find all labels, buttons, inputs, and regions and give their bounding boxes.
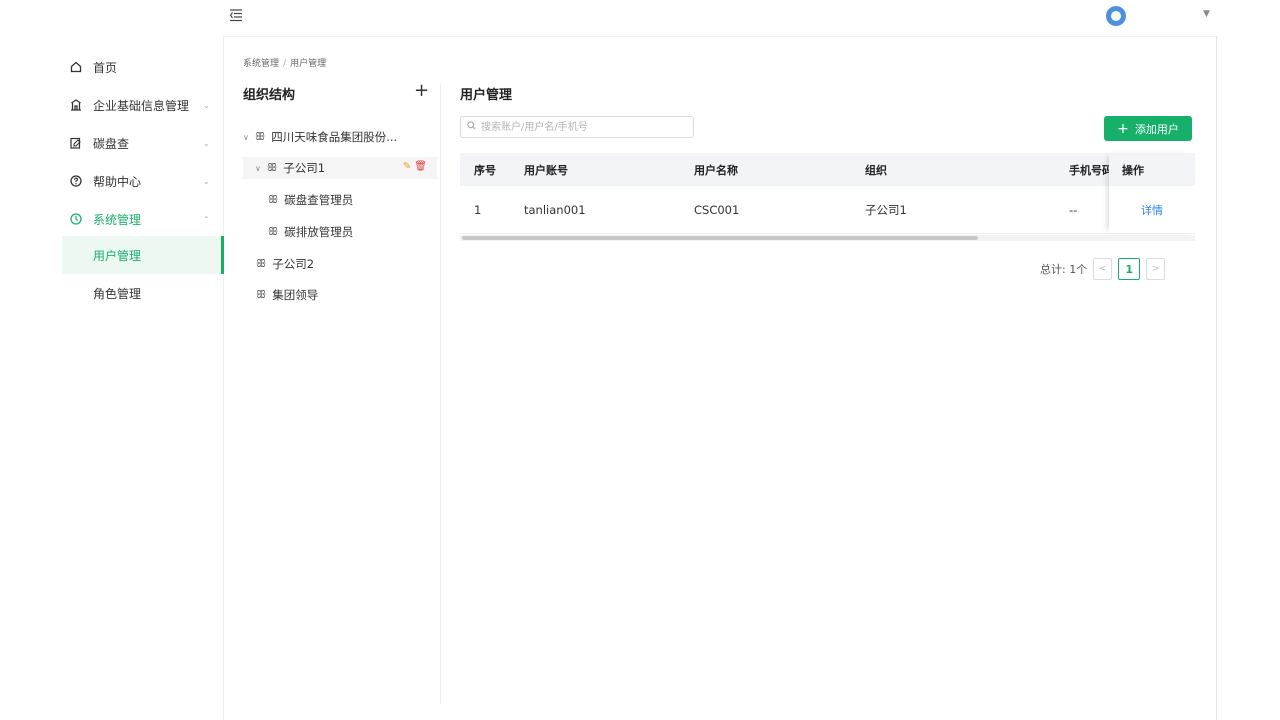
cell-phone: -- xyxy=(1069,202,1078,217)
group-icon: ꕥ xyxy=(256,288,267,301)
page-number-button[interactable]: 1 xyxy=(1118,258,1141,280)
edit-icon[interactable]: ✎ xyxy=(403,161,411,172)
tree-node-subsidiary-1[interactable]: ∨ ꕥ 子公司1 ✎ 🗑 xyxy=(243,157,437,179)
breadcrumb-parent[interactable]: 系统管理 xyxy=(243,59,279,69)
panel-divider xyxy=(440,84,441,704)
tree-node-subsidiary-2[interactable]: ꕥ 子公司2 xyxy=(256,253,436,275)
horizontal-scrollbar[interactable] xyxy=(460,235,1195,241)
col-header-account: 用户账号 xyxy=(524,163,568,177)
breadcrumb: 系统管理 / 用户管理 xyxy=(243,56,326,69)
add-org-button[interactable]: + xyxy=(414,80,429,101)
chevron-up-icon: ⌃ xyxy=(203,214,210,224)
sub-item-label: 用户管理 xyxy=(93,248,142,263)
col-header-phone: 手机号码 xyxy=(1069,163,1113,177)
cell-index: 1 xyxy=(474,202,482,217)
group-icon: ꕥ xyxy=(268,225,279,238)
sub-item-user-management[interactable]: 用户管理 xyxy=(62,236,224,274)
nav-label: 首页 xyxy=(93,60,118,75)
tree-node-carbon-emission-admin[interactable]: ꕥ 碳排放管理员 xyxy=(268,221,438,243)
tree-node-label: 碳排放管理员 xyxy=(284,225,354,239)
delete-icon[interactable]: 🗑 xyxy=(414,161,427,172)
breadcrumb-separator: / xyxy=(283,59,287,69)
cell-account: tanlian001 xyxy=(524,202,586,217)
plus-icon: + xyxy=(1117,120,1129,137)
users-table: 序号 用户账号 用户名称 组织 手机号码 1 tanlian001 CSC001… xyxy=(460,153,1195,235)
search-field[interactable] xyxy=(460,116,694,138)
tree-node-label: 四川天味食品集团股份... xyxy=(271,130,398,144)
nav-item-system-management[interactable]: 系统管理 ⌃ xyxy=(62,200,223,238)
org-panel-title: 组织结构 xyxy=(243,88,296,103)
col-header-action: 操作 xyxy=(1109,153,1195,186)
edit-doc-icon xyxy=(69,136,83,150)
nav-label: 企业基础信息管理 xyxy=(93,98,190,113)
breadcrumb-current: 用户管理 xyxy=(290,59,327,69)
cell-name: CSC001 xyxy=(694,202,740,217)
chevron-down-icon: ⌄ xyxy=(203,176,210,186)
nav-item-enterprise-info[interactable]: 企业基础信息管理 ⌄ xyxy=(62,86,223,124)
chevron-down-icon[interactable]: ∨ xyxy=(255,164,267,173)
detail-link[interactable]: 详情 xyxy=(1109,186,1195,233)
group-icon: ꕥ xyxy=(267,161,278,174)
home-icon xyxy=(69,60,83,74)
prev-page-button[interactable]: < xyxy=(1093,258,1113,280)
tree-node-group-leaders[interactable]: ꕥ 集团领导 xyxy=(256,284,436,306)
menu-fold-icon[interactable] xyxy=(229,8,245,24)
next-page-button[interactable]: > xyxy=(1146,258,1166,280)
fixed-action-column: 操作 详情 xyxy=(1109,153,1195,233)
nav-item-carbon-inventory[interactable]: 碳盘查 ⌄ xyxy=(62,124,223,162)
search-input[interactable] xyxy=(479,120,683,134)
content-border xyxy=(1216,36,1217,720)
pagination: 总计: 1个 < 1 > xyxy=(1040,258,1166,280)
nav-label: 帮助中心 xyxy=(93,174,142,189)
add-user-button[interactable]: + 添加用户 xyxy=(1104,116,1192,141)
col-header-name: 用户名称 xyxy=(694,163,738,177)
tree-node-carbon-inventory-admin[interactable]: ꕥ 碳盘查管理员 xyxy=(268,189,438,211)
users-panel-title: 用户管理 xyxy=(460,88,513,103)
building-icon xyxy=(69,98,83,112)
tree-node-root[interactable]: ∨ ꕥ 四川天味食品集团股份... xyxy=(243,126,433,148)
app-background xyxy=(62,0,1218,720)
nav-label: 系统管理 xyxy=(93,212,142,227)
sub-item-label: 角色管理 xyxy=(93,286,142,301)
sub-item-role-management[interactable]: 角色管理 xyxy=(62,274,223,312)
chevron-down-icon: ⌄ xyxy=(203,100,210,110)
clock-icon xyxy=(69,212,83,226)
node-actions: ✎ 🗑 xyxy=(403,161,427,172)
chevron-down-icon: ⌄ xyxy=(203,138,210,148)
cell-org: 子公司1 xyxy=(865,202,907,217)
sidebar: 首页 企业基础信息管理 ⌄ 碳盘查 ⌄ 帮助中心 ⌄ 系统管理 ⌃ 用户管理 角… xyxy=(62,36,224,720)
tree-node-label: 碳盘查管理员 xyxy=(284,193,354,207)
table-header: 序号 用户账号 用户名称 组织 手机号码 xyxy=(460,153,1195,186)
nav-item-help-center[interactable]: 帮助中心 ⌄ xyxy=(62,162,223,200)
caret-down-icon[interactable]: ▼ xyxy=(1203,9,1210,19)
group-icon: ꕥ xyxy=(255,130,266,143)
tree-node-label: 子公司2 xyxy=(272,257,315,271)
nav-label: 碳盘查 xyxy=(93,136,130,151)
col-header-org: 组织 xyxy=(865,163,887,177)
tree-node-label: 子公司1 xyxy=(283,161,326,175)
tree-node-label: 集团领导 xyxy=(272,288,319,302)
col-header-index: 序号 xyxy=(474,163,496,177)
search-icon xyxy=(467,121,476,133)
user-avatar[interactable] xyxy=(1106,6,1126,26)
scrollbar-thumb[interactable] xyxy=(462,236,978,240)
help-icon xyxy=(69,174,83,188)
nav-item-home[interactable]: 首页 xyxy=(62,48,223,86)
table-row: 1 tanlian001 CSC001 子公司1 -- xyxy=(460,186,1195,234)
chevron-down-icon[interactable]: ∨ xyxy=(243,133,255,142)
add-user-label: 添加用户 xyxy=(1134,122,1179,136)
group-icon: ꕥ xyxy=(268,193,279,206)
pagination-total: 总计: 1个 xyxy=(1040,263,1088,276)
group-icon: ꕥ xyxy=(256,257,267,270)
